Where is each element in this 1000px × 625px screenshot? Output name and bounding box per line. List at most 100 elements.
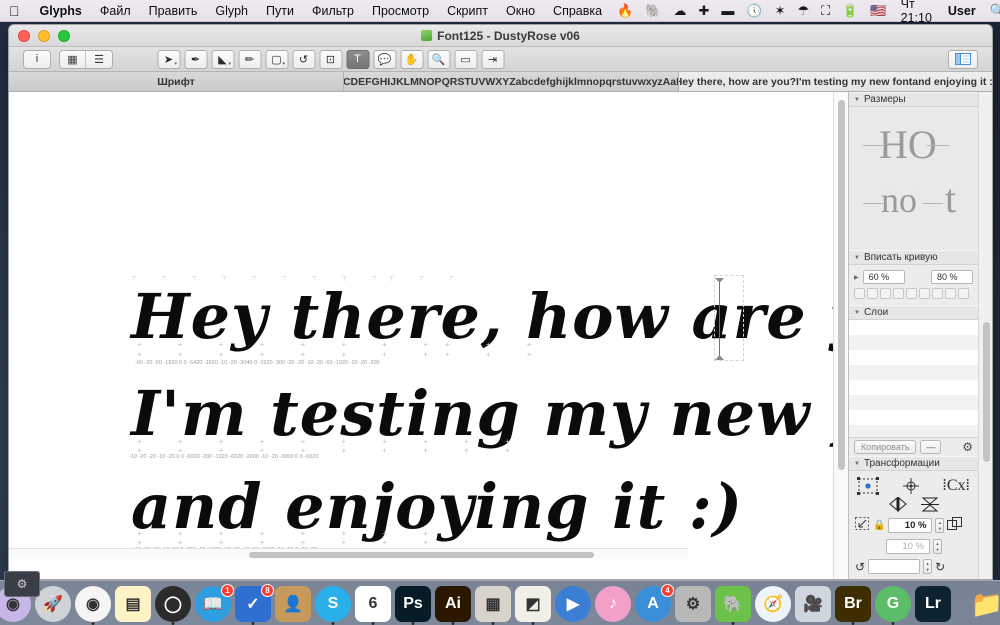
dock-item-contacts[interactable]: 👤 — [275, 586, 311, 622]
inspector-scroll-thumb[interactable] — [983, 322, 990, 462]
dock-item-chrome[interactable]: ◉ — [75, 586, 111, 622]
play-triangle-icon[interactable]: ▶ — [854, 274, 859, 281]
transform-origin-icon[interactable] — [857, 477, 879, 495]
canvas-vertical-scrollbar[interactable] — [833, 92, 848, 580]
filter-menu-icon[interactable]: ▬ — [715, 0, 740, 22]
dropbox-plus-icon[interactable]: ✚ — [692, 0, 715, 22]
sidebar-toggle-button[interactable] — [948, 50, 978, 69]
desktop-preview-thumbnail[interactable]: ⚙ — [4, 571, 40, 597]
measure-tool[interactable]: ▭ — [454, 50, 477, 69]
kerning-tool[interactable]: ⇥ — [481, 50, 504, 69]
scale-x-field[interactable]: 10 % — [888, 518, 932, 533]
canvas-vertical-scroll-thumb[interactable] — [838, 100, 845, 470]
transform-slant-icon[interactable]: ⁞Cx⁞ — [942, 477, 970, 495]
search-icon[interactable]: 🔍 — [984, 0, 1000, 22]
dock-item-illustrator[interactable]: Ai — [435, 586, 471, 622]
flip-horizontal-icon[interactable] — [889, 497, 907, 512]
scale-x-stepper[interactable]: ▲▼ — [935, 518, 944, 533]
menu-item-paths[interactable]: Пути — [257, 0, 303, 22]
dock-item-itunes[interactable]: ♪ — [595, 586, 631, 622]
dock-item-things[interactable]: ✓8 — [235, 586, 271, 622]
section-header-transform[interactable]: ▼ Трансформации — [849, 456, 978, 471]
evernote-icon[interactable]: 🐘 — [639, 0, 667, 22]
layer-row[interactable] — [849, 425, 978, 437]
transform-rotate-icon[interactable] — [901, 477, 921, 495]
rotate-tool[interactable]: ↺ — [292, 50, 315, 69]
dock-item-safari[interactable]: 🧭 — [755, 586, 791, 622]
scale-diagonal-icon[interactable] — [855, 517, 870, 534]
menu-item-glyph[interactable]: Glyph — [206, 0, 257, 22]
bluetooth-icon[interactable]: ✶ — [769, 0, 792, 22]
layer-row[interactable] — [849, 365, 978, 380]
dock-item-notes[interactable]: ▤ — [115, 586, 151, 622]
tab-font[interactable]: Шрифт — [9, 72, 344, 91]
dock-item-downloads-folder[interactable]: 📁 — [969, 586, 1000, 622]
battery-icon[interactable]: 🔋 — [836, 0, 864, 22]
fit-curve-left-field[interactable]: 60 % — [863, 270, 905, 284]
input-flag-icon[interactable]: 🇺🇸 — [864, 0, 892, 22]
text-tool[interactable]: T — [346, 50, 369, 69]
shape-tool[interactable]: ▢▾ — [265, 50, 288, 69]
dock-item-mail-reader[interactable]: 📖1 — [195, 586, 231, 622]
edit-canvas[interactable]: ⊤ ⊤ ⊤ ⊤ ⊤ ⊤ ⊤ ⊤ ⊤⊤ ⊤ ⊤ Hey there, how ar… — [9, 92, 833, 580]
scale-y-field[interactable]: 10 % — [886, 539, 930, 554]
dock-item-bridge[interactable]: Br — [835, 586, 871, 622]
annotation-tool[interactable]: 💬 — [373, 50, 396, 69]
tab-alphabet[interactable]: ABCDEFGHIJKLMNOPQRSTUVWXYZabcdefghijklmn… — [344, 72, 679, 91]
rotate-stepper[interactable]: ▲▼ — [923, 559, 932, 574]
menu-item-edit[interactable]: Править — [140, 0, 207, 22]
dock-item-system-preferences[interactable]: ⚙ — [675, 586, 711, 622]
fit-swatch[interactable] — [945, 288, 956, 299]
scale-tool[interactable]: ⊡ — [319, 50, 342, 69]
menu-item-view[interactable]: Просмотр — [363, 0, 438, 22]
layers-list[interactable] — [849, 320, 978, 437]
layer-row[interactable] — [849, 410, 978, 425]
info-button[interactable]: i — [24, 51, 50, 68]
layer-row[interactable] — [849, 395, 978, 410]
menu-user[interactable]: User — [940, 4, 984, 18]
fit-swatch[interactable] — [893, 288, 904, 299]
rotate-cw-icon[interactable]: ↻ — [935, 560, 945, 574]
scale-y-stepper[interactable]: ▲▼ — [933, 539, 942, 554]
dock-item-calendar[interactable]: 6 — [355, 586, 391, 622]
fit-swatch[interactable] — [919, 288, 930, 299]
lock-icon[interactable]: 🔒 — [873, 520, 885, 531]
wifi-icon[interactable]: ☂ — [791, 0, 815, 22]
fit-swatch[interactable] — [867, 288, 878, 299]
cloud-sync-icon[interactable]: ☁ — [667, 0, 692, 22]
rotate-ccw-icon[interactable]: ↺ — [855, 560, 865, 574]
dock-item-app-store[interactable]: A4 — [635, 586, 671, 622]
menu-item-window[interactable]: Окно — [497, 0, 544, 22]
fit-swatch[interactable] — [854, 288, 865, 299]
eraser-tool[interactable]: ◣▾ — [211, 50, 234, 69]
sizes-preview[interactable]: HO ··· ··· no t ··· ··· ··· — [849, 107, 978, 250]
fit-swatch[interactable] — [958, 288, 969, 299]
apple-menu-icon[interactable]:  — [0, 4, 31, 18]
scale-apply-icon[interactable] — [947, 517, 962, 534]
dock-item-launchpad[interactable]: 🚀 — [35, 586, 71, 622]
menu-item-filter[interactable]: Фильтр — [303, 0, 363, 22]
menu-item-app[interactable]: Glyphs — [31, 0, 91, 22]
menu-item-file[interactable]: Файл — [91, 0, 140, 22]
menu-clock[interactable]: Чт 21:10 — [893, 0, 940, 25]
dock-item-keynote[interactable]: ◩ — [515, 586, 551, 622]
dock-item-glyphs[interactable]: G — [875, 586, 911, 622]
pen-tool[interactable]: ✒ — [184, 50, 207, 69]
tab-current[interactable]: Hey there, how are you?I'm testing my ne… — [679, 72, 992, 91]
fit-swatch[interactable] — [906, 288, 917, 299]
fit-curve-right-field[interactable]: 80 % — [931, 270, 973, 284]
layer-row[interactable] — [849, 320, 978, 335]
dock-item-lightroom[interactable]: Lr — [915, 586, 951, 622]
remove-layer-button[interactable]: — — [920, 440, 941, 454]
layer-row[interactable] — [849, 335, 978, 350]
dock-item-photoshop[interactable]: Ps — [395, 586, 431, 622]
dock-item-omnifocus[interactable]: ◯ — [155, 586, 191, 622]
section-header-fit-curve[interactable]: ▼ Вписать кривую — [849, 250, 978, 265]
select-tool[interactable]: ➤▾ — [157, 50, 180, 69]
fit-swatch[interactable] — [880, 288, 891, 299]
flip-vertical-icon[interactable] — [921, 497, 939, 512]
zoom-tool[interactable]: 🔍 — [427, 50, 450, 69]
dock-item-quicktime[interactable]: ▶ — [555, 586, 591, 622]
copy-layer-button[interactable]: Копировать — [854, 440, 916, 454]
dock-item-evernote[interactable]: 🐘 — [715, 586, 751, 622]
